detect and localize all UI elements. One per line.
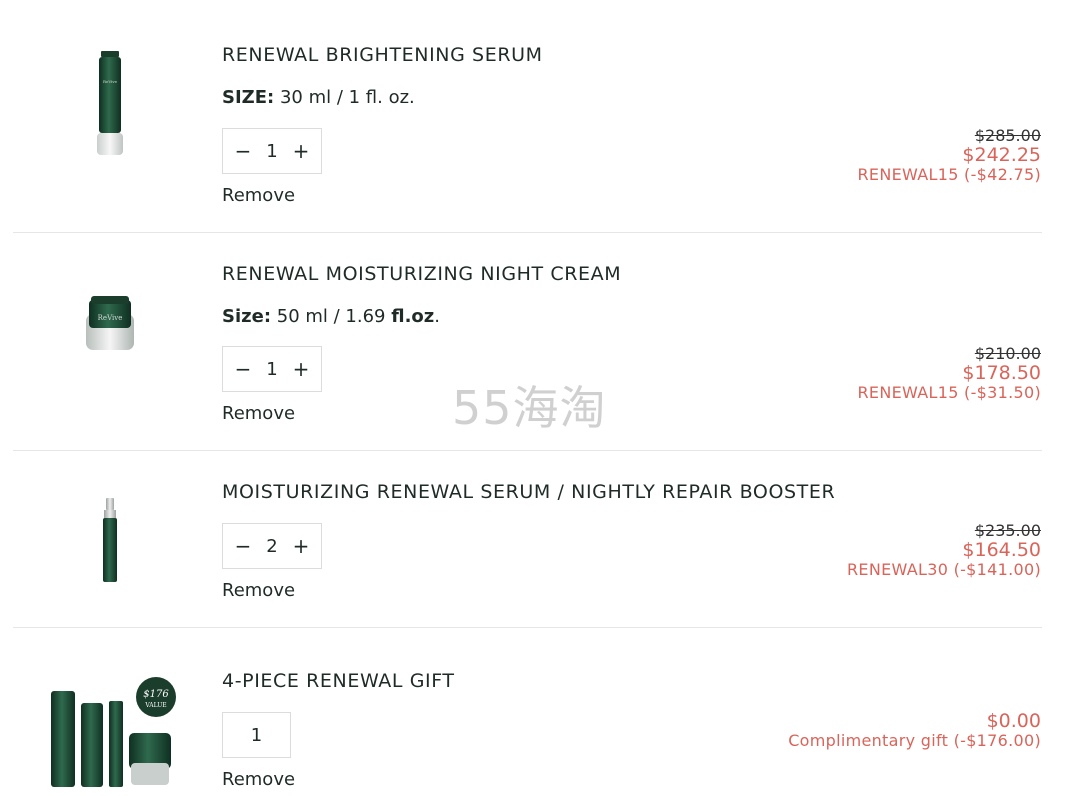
remove-link[interactable]: Remove	[222, 769, 295, 790]
price-block: $235.00 $164.50 RENEWAL30 (-$141.00)	[847, 521, 1041, 580]
discount-code: RENEWAL30 (-$141.00)	[847, 560, 1041, 579]
price-block: $0.00 Complimentary gift (-$176.00)	[788, 711, 1041, 750]
original-price: $235.00	[974, 521, 1041, 540]
divider	[13, 627, 1042, 628]
cart-list: ReVive RENEWAL BRIGHTENING SERUM SIZE: 3…	[0, 0, 1082, 796]
product-title[interactable]: MOISTURIZING RENEWAL SERUM / NIGHTLY REP…	[222, 481, 835, 503]
sale-price: $0.00	[986, 710, 1041, 732]
remove-link[interactable]: Remove	[222, 580, 295, 601]
quantity-stepper: − 1 +	[222, 128, 322, 174]
decrease-quantity-button[interactable]: −	[235, 141, 252, 161]
discount-code: RENEWAL15 (-$31.50)	[857, 383, 1041, 402]
divider	[13, 450, 1042, 451]
size-value: 50 ml / 1.69	[271, 306, 392, 327]
size-unit: fl.oz	[391, 306, 435, 327]
quantity-value[interactable]: 1	[266, 359, 277, 380]
quantity-stepper: − 1 +	[222, 346, 322, 392]
decrease-quantity-button[interactable]: −	[235, 536, 252, 556]
quantity-stepper: − 2 +	[222, 523, 322, 569]
gift-badge-label: VALUE	[144, 702, 166, 709]
product-title[interactable]: 4-PIECE RENEWAL GIFT	[222, 670, 455, 692]
size-value: 30 ml / 1 fl. oz.	[274, 87, 415, 108]
quantity-value: 1	[250, 724, 263, 746]
increase-quantity-button[interactable]: +	[293, 536, 310, 556]
sale-price: $164.50	[962, 539, 1041, 561]
remove-link[interactable]: Remove	[222, 403, 295, 424]
quantity-value[interactable]: 1	[266, 141, 277, 162]
sale-price: $242.25	[962, 144, 1041, 166]
discount-code: RENEWAL15 (-$42.75)	[857, 165, 1041, 184]
remove-link[interactable]: Remove	[222, 185, 295, 206]
divider	[13, 232, 1042, 233]
product-image-night-cream[interactable]: ReVive	[40, 284, 180, 360]
original-price: $210.00	[974, 344, 1041, 363]
size-period: .	[434, 306, 440, 327]
watermark: 55海淘	[452, 381, 607, 435]
svg-text:ReVive: ReVive	[103, 79, 118, 84]
size-label: Size:	[222, 306, 272, 327]
product-size: SIZE: 30 ml / 1 fl. oz.	[222, 87, 415, 108]
product-title[interactable]: RENEWAL MOISTURIZING NIGHT CREAM	[222, 263, 621, 285]
decrease-quantity-button[interactable]: −	[235, 359, 252, 379]
quantity-field: 1	[222, 712, 291, 758]
original-price: $285.00	[974, 126, 1041, 145]
product-image-brightening-serum[interactable]: ReVive	[40, 48, 180, 160]
price-block: $210.00 $178.50 RENEWAL15 (-$31.50)	[857, 344, 1042, 403]
price-block: $285.00 $242.25 RENEWAL15 (-$42.75)	[857, 126, 1042, 185]
increase-quantity-button[interactable]: +	[293, 359, 310, 379]
increase-quantity-button[interactable]: +	[293, 141, 310, 161]
product-image-gift-set[interactable]: $176 VALUE	[40, 674, 180, 794]
discount-code: Complimentary gift (-$176.00)	[788, 731, 1041, 750]
svg-text:ReVive: ReVive	[98, 314, 123, 322]
gift-badge-amount: $176	[143, 689, 169, 700]
product-size: Size: 50 ml / 1.69 fl.oz.	[222, 306, 440, 327]
sale-price: $178.50	[962, 362, 1041, 384]
product-image-repair-booster[interactable]	[40, 494, 180, 586]
quantity-value[interactable]: 2	[266, 536, 277, 557]
product-title[interactable]: RENEWAL BRIGHTENING SERUM	[222, 44, 543, 66]
size-label: SIZE:	[222, 87, 275, 108]
